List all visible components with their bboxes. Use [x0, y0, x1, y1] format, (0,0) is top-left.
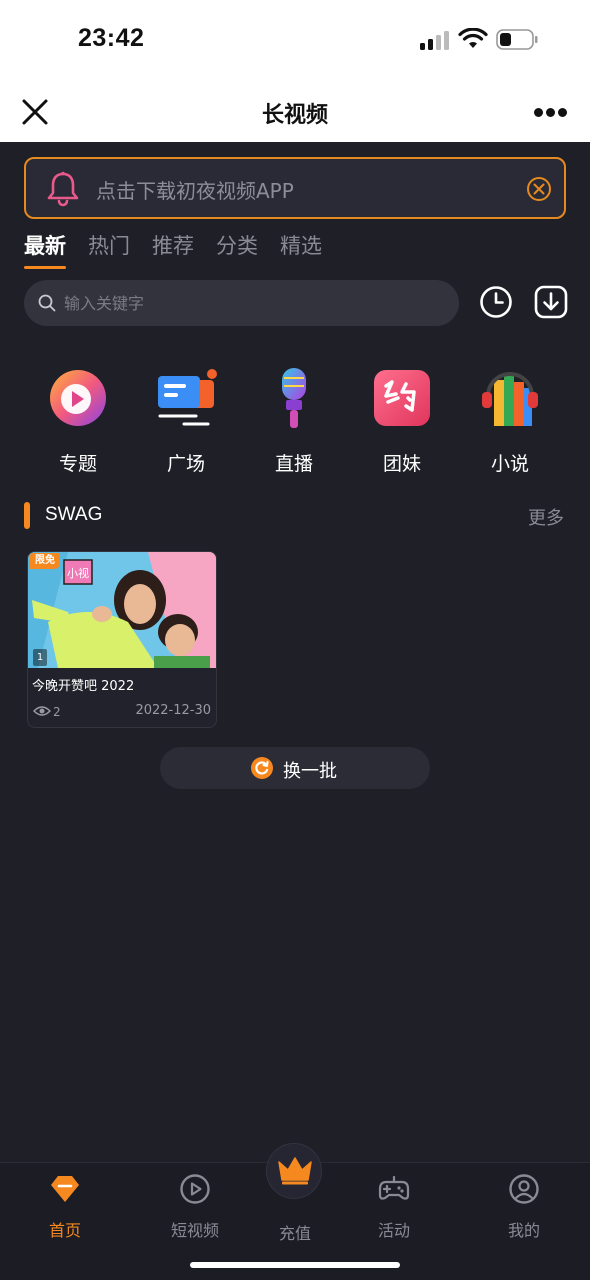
shortcut-topic[interactable]: 专题: [24, 360, 132, 476]
tab-recharge[interactable]: 充值: [250, 1220, 340, 1244]
tab-home[interactable]: 首页: [20, 1171, 110, 1241]
microphone-icon: [282, 368, 306, 428]
view-count: 2: [53, 705, 61, 719]
episode-badge: 1: [33, 649, 47, 666]
tab-featured[interactable]: 精选: [280, 230, 322, 266]
tab-label: 我的: [507, 1221, 540, 1240]
tab-short-video[interactable]: 短视频: [150, 1171, 240, 1241]
shortcut-label: 广场: [166, 453, 205, 475]
tab-label: 首页: [48, 1221, 81, 1240]
search-input[interactable]: [64, 280, 444, 326]
refresh-button[interactable]: 换一批: [160, 747, 430, 789]
history-clock-icon[interactable]: [479, 285, 513, 319]
topic-icon: [50, 370, 106, 426]
section-title: SWAG: [45, 504, 103, 525]
home-indicator: [190, 1262, 400, 1268]
download-icon[interactable]: [534, 285, 568, 319]
wifi-icon: [458, 28, 488, 48]
home-icon: [51, 1176, 79, 1202]
tab-categories[interactable]: 分类: [216, 230, 258, 266]
shortcut-label: 专题: [58, 453, 97, 475]
refresh-icon: [251, 757, 273, 779]
tab-label: 充值: [278, 1224, 311, 1243]
thumbnail-tag: 小视: [67, 566, 89, 580]
search-icon: [38, 294, 56, 312]
tab-label: 短视频: [170, 1221, 219, 1240]
tab-recommended[interactable]: 推荐: [152, 230, 194, 266]
refresh-label: 换一批: [283, 761, 337, 782]
shortcut-square[interactable]: 广场: [132, 360, 240, 476]
status-bar: 23:42: [0, 0, 590, 80]
bell-icon: [47, 171, 79, 207]
video-card[interactable]: 小视 限免 1 今晚开赞吧 2022 2 2022-12-30: [27, 551, 217, 728]
crown-icon: [278, 1157, 312, 1185]
thumbnail-image: 小视: [28, 552, 216, 668]
shortcut-label: 团妹: [382, 453, 421, 475]
user-icon: [509, 1174, 539, 1204]
shortcut-label: 小说: [490, 453, 529, 475]
tab-hot[interactable]: 热门: [88, 230, 130, 266]
section-accent-bar: [24, 502, 30, 529]
gamepad-icon: [378, 1175, 410, 1200]
free-badge: 限免: [30, 553, 60, 569]
tab-label: 活动: [377, 1221, 410, 1240]
video-date: 2022-12-30: [135, 703, 211, 718]
tab-latest[interactable]: 最新: [24, 230, 66, 269]
signal-icon: [420, 30, 450, 50]
category-shortcuts: 专题 广场 直播 团妹 小说: [24, 360, 566, 480]
square-icon: [158, 369, 217, 426]
category-tabs: 最新 热门 推荐 分类 精选: [24, 230, 344, 270]
tab-profile[interactable]: 我的: [479, 1171, 569, 1241]
video-thumbnail: 小视 限免 1: [28, 552, 216, 668]
page-title: 长视频: [261, 103, 328, 128]
more-icon[interactable]: [534, 108, 568, 118]
yue-icon: [374, 370, 430, 426]
shortcut-live[interactable]: 直播: [240, 360, 348, 476]
battery-icon: [496, 29, 538, 50]
search-bar: [24, 280, 459, 326]
books-icon: [482, 372, 538, 426]
status-time: 23:42: [78, 24, 145, 52]
more-link[interactable]: 更多: [528, 504, 564, 530]
shortcut-tuanmei[interactable]: 团妹: [348, 360, 456, 476]
tab-activity[interactable]: 活动: [349, 1171, 439, 1241]
banner-text: 点击下载初夜视频APP: [96, 179, 294, 203]
eye-icon: [33, 706, 51, 716]
video-title: 今晚开赞吧 2022: [32, 679, 135, 694]
play-circle-icon: [180, 1174, 210, 1204]
shortcut-novel[interactable]: 小说: [456, 360, 564, 476]
navbar: 长视频: [0, 80, 590, 142]
shortcut-label: 直播: [274, 453, 313, 475]
close-circle-icon[interactable]: [526, 176, 552, 202]
download-app-banner[interactable]: 点击下载初夜视频APP: [24, 157, 566, 219]
recharge-center-button[interactable]: [266, 1143, 322, 1199]
